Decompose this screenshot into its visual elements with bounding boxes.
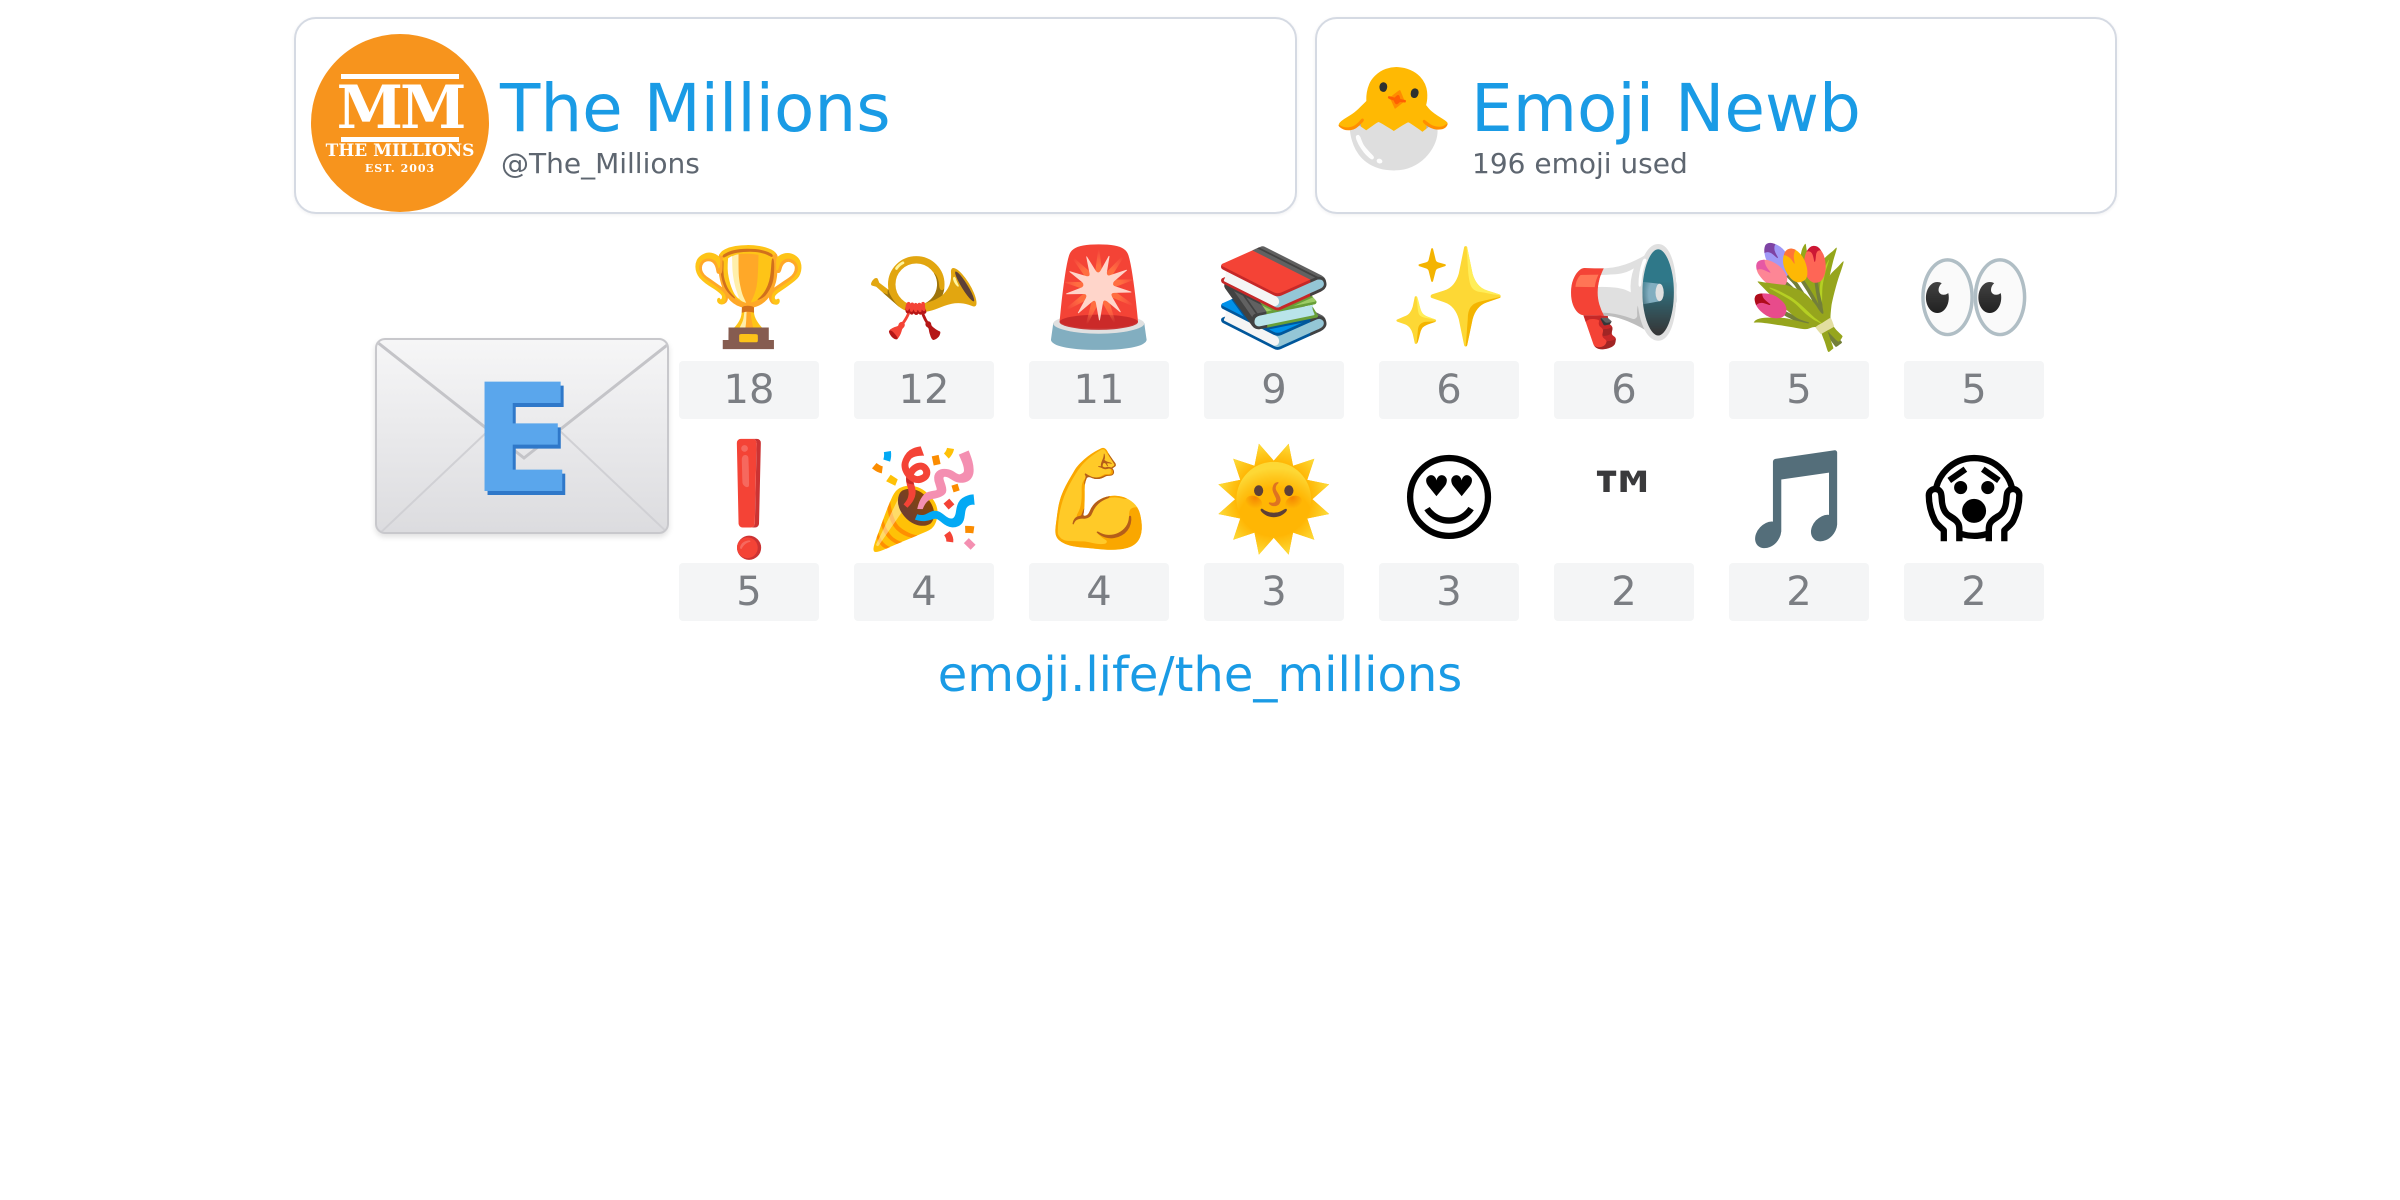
emoji-count: 6 [1379,361,1519,419]
sparkles-icon: ✨ [1389,241,1509,353]
trophy-icon: 🏆 [689,241,809,353]
emoji-count: 18 [679,361,819,419]
profile-url-link[interactable]: emoji.life/the_millions [0,640,2400,710]
emoji-count: 4 [1029,563,1169,621]
emoji-count: 5 [1904,361,2044,419]
emoji-count: 6 [1554,361,1694,419]
trademark-icon: ™ [1586,455,1662,544]
emoji-stat-cell[interactable]: 🎵 2 [1729,437,1869,627]
emoji-used-count: 196 emoji used [1472,147,1688,180]
emoji-stat-cell[interactable]: 👀 5 [1904,235,2044,425]
profile-avatar[interactable]: MM THE MILLIONS EST. 2003 [311,34,489,212]
hatching-chick-icon: 🐣 [1331,58,1456,175]
emoji-stat-cell[interactable]: 😍 3 [1379,437,1519,627]
emoji-count: 2 [1729,563,1869,621]
emoji-stat-cell[interactable]: 😱 2 [1904,437,2044,627]
emoji-stat-cell[interactable]: ❗ 5 [679,437,819,627]
emoji-count: 3 [1379,563,1519,621]
emoji-stat-cell[interactable]: 📢 6 [1554,235,1694,425]
emoji-count: 4 [854,563,994,621]
musical-note-icon: 🎵 [1739,443,1859,555]
profile-name[interactable]: The Millions [500,69,891,149]
emoji-count: 5 [1729,361,1869,419]
flexed-biceps-icon: 💪 [1039,443,1159,555]
emoji-count: 3 [1204,563,1344,621]
emoji-count: 9 [1204,361,1344,419]
emoji-stat-cell[interactable]: 💪 4 [1029,437,1169,627]
sun-with-face-icon: 🌞 [1214,443,1334,555]
emoji-count: 2 [1554,563,1694,621]
books-icon: 📚 [1214,241,1334,353]
emoji-stat-cell[interactable]: 🌞 3 [1204,437,1344,627]
exclamation-icon: ❗ [680,435,818,563]
emoji-stat-cell[interactable]: 💐 5 [1729,235,1869,425]
emoji-stat-cell[interactable]: 📚 9 [1204,235,1344,425]
emoji-count: 2 [1904,563,2044,621]
e-mail-letter: E [470,353,574,527]
emoji-stat-cell[interactable]: 📯 12 [854,235,994,425]
emoji-stat-cell[interactable]: 🚨 11 [1029,235,1169,425]
emoji-stat-cell[interactable]: ™ 2 [1554,437,1694,627]
rank-card: 🐣 Emoji Newb 196 emoji used [1315,17,2117,214]
emoji-stat-cell[interactable]: ✨ 6 [1379,235,1519,425]
police-light-icon: 🚨 [1039,241,1159,353]
profile-handle[interactable]: @The_Millions [501,146,700,182]
logo-est: EST. 2003 [364,162,436,175]
emoji-count: 12 [854,361,994,419]
postal-horn-icon: 📯 [864,241,984,353]
loudspeaker-icon: 📢 [1564,241,1684,353]
logo-monogram: MM [336,73,467,143]
profile-card: MM THE MILLIONS EST. 2003 The Millions @… [294,17,1297,214]
logo-name: THE MILLIONS [325,141,475,161]
emoji-count: 11 [1029,361,1169,419]
emoji-stat-cell[interactable]: 🎉 4 [854,437,994,627]
screaming-face-icon: 😱 [1923,443,2025,555]
emoji-count: 5 [679,563,819,621]
party-popper-icon: 🎉 [864,443,984,555]
eyes-icon: 👀 [1914,241,2034,353]
e-mail-icon: E [375,338,669,534]
heart-eyes-icon: 😍 [1398,443,1500,555]
emoji-stat-cell[interactable]: 🏆 18 [679,235,819,425]
bouquet-icon: 💐 [1739,241,1859,353]
rank-title: Emoji Newb [1471,70,1861,147]
